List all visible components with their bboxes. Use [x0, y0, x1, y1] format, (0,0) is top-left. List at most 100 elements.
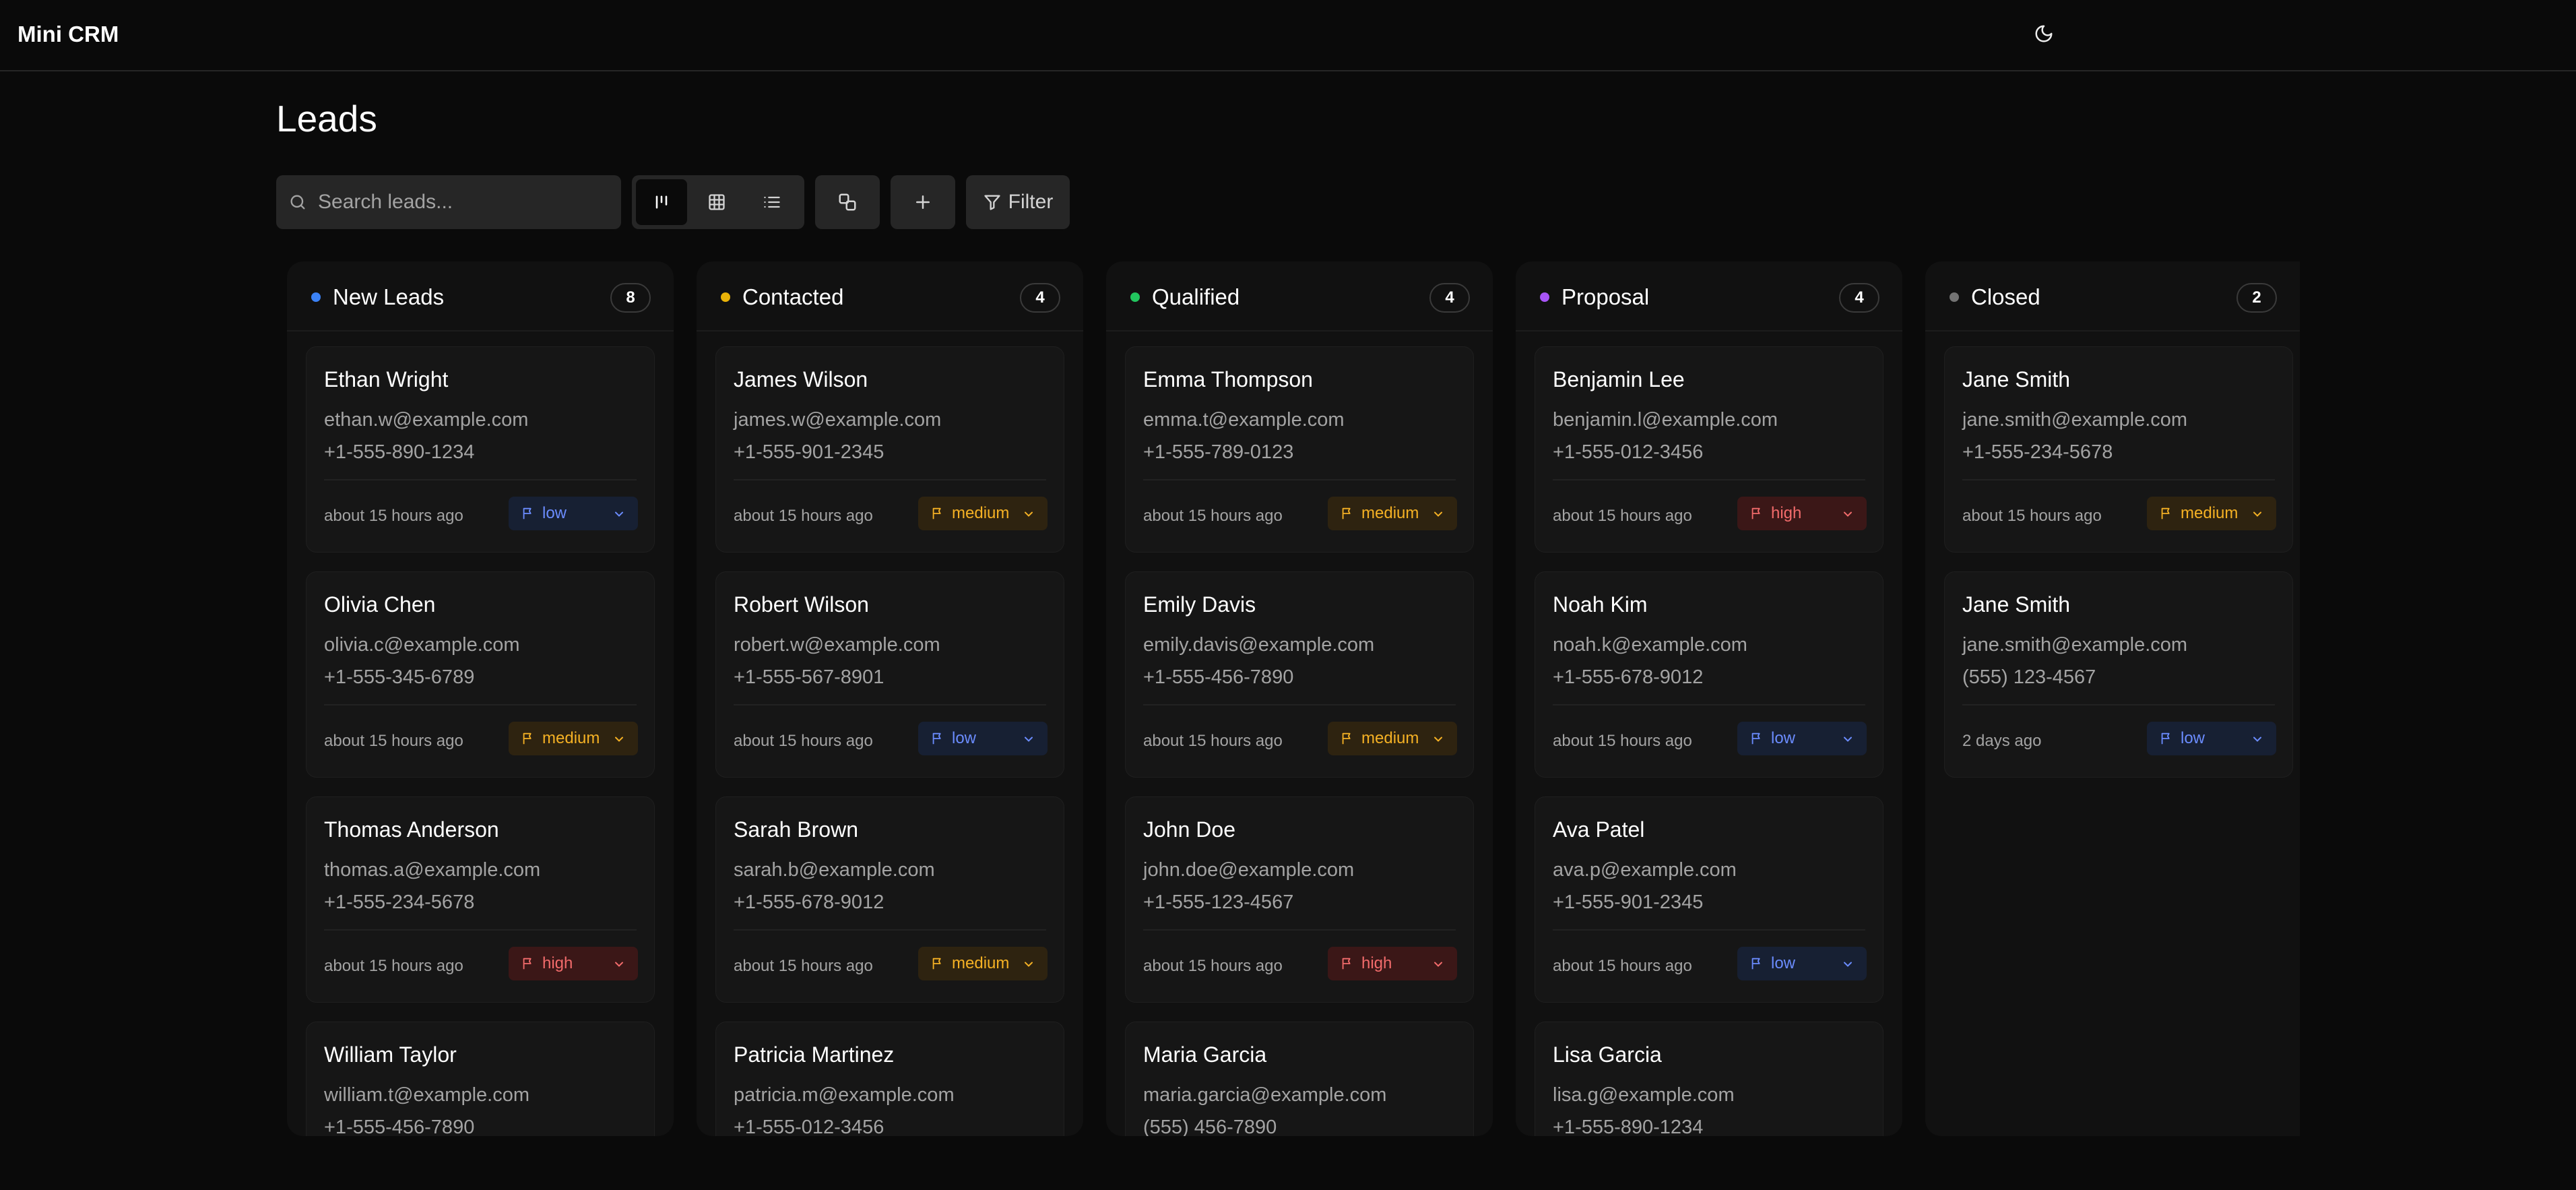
list-view-button[interactable]: [746, 179, 798, 225]
lead-card[interactable]: Lisa Garcia lisa.g@example.com +1-555-890-…: [1535, 1022, 1883, 1136]
chevron-down-icon: [1434, 737, 1442, 742]
lead-card[interactable]: Emma Thompson emma.t@example.com +1-555-78…: [1125, 346, 1474, 553]
lead-name: Robert Wilson: [734, 592, 869, 617]
grid-view-button[interactable]: [691, 179, 742, 225]
priority-dropdown[interactable]: medium: [509, 722, 638, 755]
filter-button[interactable]: Filter: [966, 175, 1070, 229]
lead-timestamp: about 15 hours ago: [1553, 507, 1692, 525]
priority-dropdown[interactable]: low: [1737, 947, 1867, 980]
moon-icon: [2035, 25, 2053, 42]
top-bar: Mini CRM: [0, 0, 2576, 71]
kanban-icon: [655, 195, 668, 209]
lead-email: lisa.g@example.com: [1553, 1084, 1735, 1106]
column-count-badge: 4: [1429, 283, 1470, 313]
lead-phone: +1-555-456-7890: [1143, 666, 1294, 688]
priority-dropdown[interactable]: medium: [1328, 722, 1457, 755]
priority-dropdown[interactable]: medium: [918, 947, 1048, 980]
view-switcher: [632, 175, 804, 229]
priority-dropdown[interactable]: medium: [918, 497, 1048, 530]
priority-label: low: [2181, 729, 2205, 747]
column-header: Contacted 4: [697, 261, 1083, 332]
chevron-down-icon: [1434, 511, 1442, 517]
lead-card[interactable]: Sarah Brown sarah.b@example.com +1-555-678…: [715, 796, 1064, 1003]
priority-dropdown[interactable]: low: [1737, 722, 1867, 755]
lead-phone: +1-555-789-0123: [1143, 441, 1294, 463]
lead-timestamp: about 15 hours ago: [1553, 957, 1692, 975]
flag-icon: [1342, 732, 1351, 745]
card-divider: [324, 929, 637, 931]
card-divider: [1143, 704, 1456, 706]
flag-icon: [1751, 507, 1760, 520]
kanban-column: Qualified 4 Emma Thompson emma.t@example.co…: [1106, 261, 1493, 1136]
lead-phone: (555) 456-7890: [1143, 1117, 1277, 1136]
theme-toggle-button[interactable]: [2028, 19, 2060, 49]
chevron-down-icon: [1434, 962, 1442, 967]
lead-card[interactable]: Patricia Martinez patricia.m@example.com +…: [715, 1022, 1064, 1136]
priority-dropdown[interactable]: high: [1328, 947, 1457, 980]
flag-icon: [1342, 507, 1351, 520]
search-input[interactable]: [318, 191, 601, 214]
lead-phone: +1-555-901-2345: [1553, 891, 1704, 913]
flag-icon: [932, 732, 941, 745]
lead-email: jane.smith@example.com: [1962, 634, 2188, 656]
priority-dropdown[interactable]: low: [918, 722, 1048, 755]
lead-card[interactable]: Emily Davis emily.davis@example.com +1-555…: [1125, 571, 1474, 778]
flag-icon: [932, 507, 941, 520]
flag-icon: [932, 958, 941, 970]
lead-card[interactable]: William Taylor william.t@example.com +1-55…: [306, 1022, 655, 1136]
priority-dropdown[interactable]: high: [509, 947, 638, 980]
kanban-board: New Leads 8 Ethan Wright ethan.w@example.co…: [287, 261, 2308, 1136]
chevron-down-icon: [1025, 737, 1033, 742]
lead-card[interactable]: Ethan Wright ethan.w@example.com +1-555-89…: [306, 346, 655, 553]
card-divider: [324, 479, 637, 480]
priority-dropdown[interactable]: low: [2147, 722, 2276, 755]
lead-card[interactable]: John Doe john.doe@example.com +1-555-123-4…: [1125, 796, 1474, 1003]
priority-dropdown[interactable]: low: [509, 497, 638, 530]
column-title: Contacted: [742, 284, 844, 309]
lead-card[interactable]: Benjamin Lee benjamin.l@example.com +1-555…: [1535, 346, 1883, 553]
chevron-down-icon: [1844, 511, 1852, 517]
flag-icon: [523, 732, 532, 745]
add-lead-button[interactable]: [891, 175, 955, 229]
lead-card[interactable]: Jane Smith jane.smith@example.com +1-555-2…: [1944, 346, 2293, 553]
merge-button[interactable]: [815, 175, 880, 229]
lead-card[interactable]: Robert Wilson robert.w@example.com +1-555-…: [715, 571, 1064, 778]
lead-name: Ethan Wright: [324, 367, 449, 392]
chevron-down-icon: [615, 511, 623, 517]
lead-card[interactable]: Noah Kim noah.k@example.com +1-555-678-901…: [1535, 571, 1883, 778]
lead-email: sarah.b@example.com: [734, 859, 935, 881]
priority-label: low: [542, 504, 567, 522]
column-header: New Leads 8: [287, 261, 674, 332]
merge-icon: [839, 193, 856, 211]
kanban-view-button[interactable]: [636, 179, 687, 225]
lead-card[interactable]: Jane Smith jane.smith@example.com (555) 12…: [1944, 571, 2293, 778]
priority-dropdown[interactable]: high: [1737, 497, 1867, 530]
lead-name: Sarah Brown: [734, 817, 858, 842]
lead-card[interactable]: Thomas Anderson thomas.a@example.com +1-55…: [306, 796, 655, 1003]
card-divider: [1962, 704, 2275, 706]
priority-dropdown[interactable]: medium: [2147, 497, 2276, 530]
lead-timestamp: about 15 hours ago: [1143, 507, 1283, 525]
column-title: Proposal: [1561, 284, 1650, 309]
lead-email: john.doe@example.com: [1143, 859, 1355, 881]
lead-email: jane.smith@example.com: [1962, 409, 2188, 431]
lead-card[interactable]: Maria Garcia maria.garcia@example.com (555…: [1125, 1022, 1474, 1136]
page-title: Leads: [276, 98, 377, 139]
lead-phone: +1-555-234-5678: [1962, 441, 2113, 463]
lead-timestamp: about 15 hours ago: [1553, 732, 1692, 750]
status-dot: [1130, 292, 1140, 302]
lead-card[interactable]: Olivia Chen olivia.c@example.com +1-555-34…: [306, 571, 655, 778]
search-icon: [290, 195, 305, 210]
kanban-column: Proposal 4 Benjamin Lee benjamin.l@example.…: [1516, 261, 1902, 1136]
card-divider: [1553, 929, 1865, 931]
lead-name: William Taylor: [324, 1042, 457, 1067]
lead-phone: +1-555-345-6789: [324, 666, 475, 688]
priority-dropdown[interactable]: medium: [1328, 497, 1457, 530]
lead-email: patricia.m@example.com: [734, 1084, 955, 1106]
kanban-column: Contacted 4 James Wilson james.w@example.co…: [697, 261, 1083, 1136]
lead-card[interactable]: James Wilson james.w@example.com +1-555-90…: [715, 346, 1064, 553]
lead-card[interactable]: Ava Patel ava.p@example.com +1-555-901-234…: [1535, 796, 1883, 1003]
lead-timestamp: about 15 hours ago: [734, 732, 873, 750]
lead-timestamp: 2 days ago: [1962, 732, 2042, 750]
chevron-down-icon: [2253, 511, 2261, 517]
